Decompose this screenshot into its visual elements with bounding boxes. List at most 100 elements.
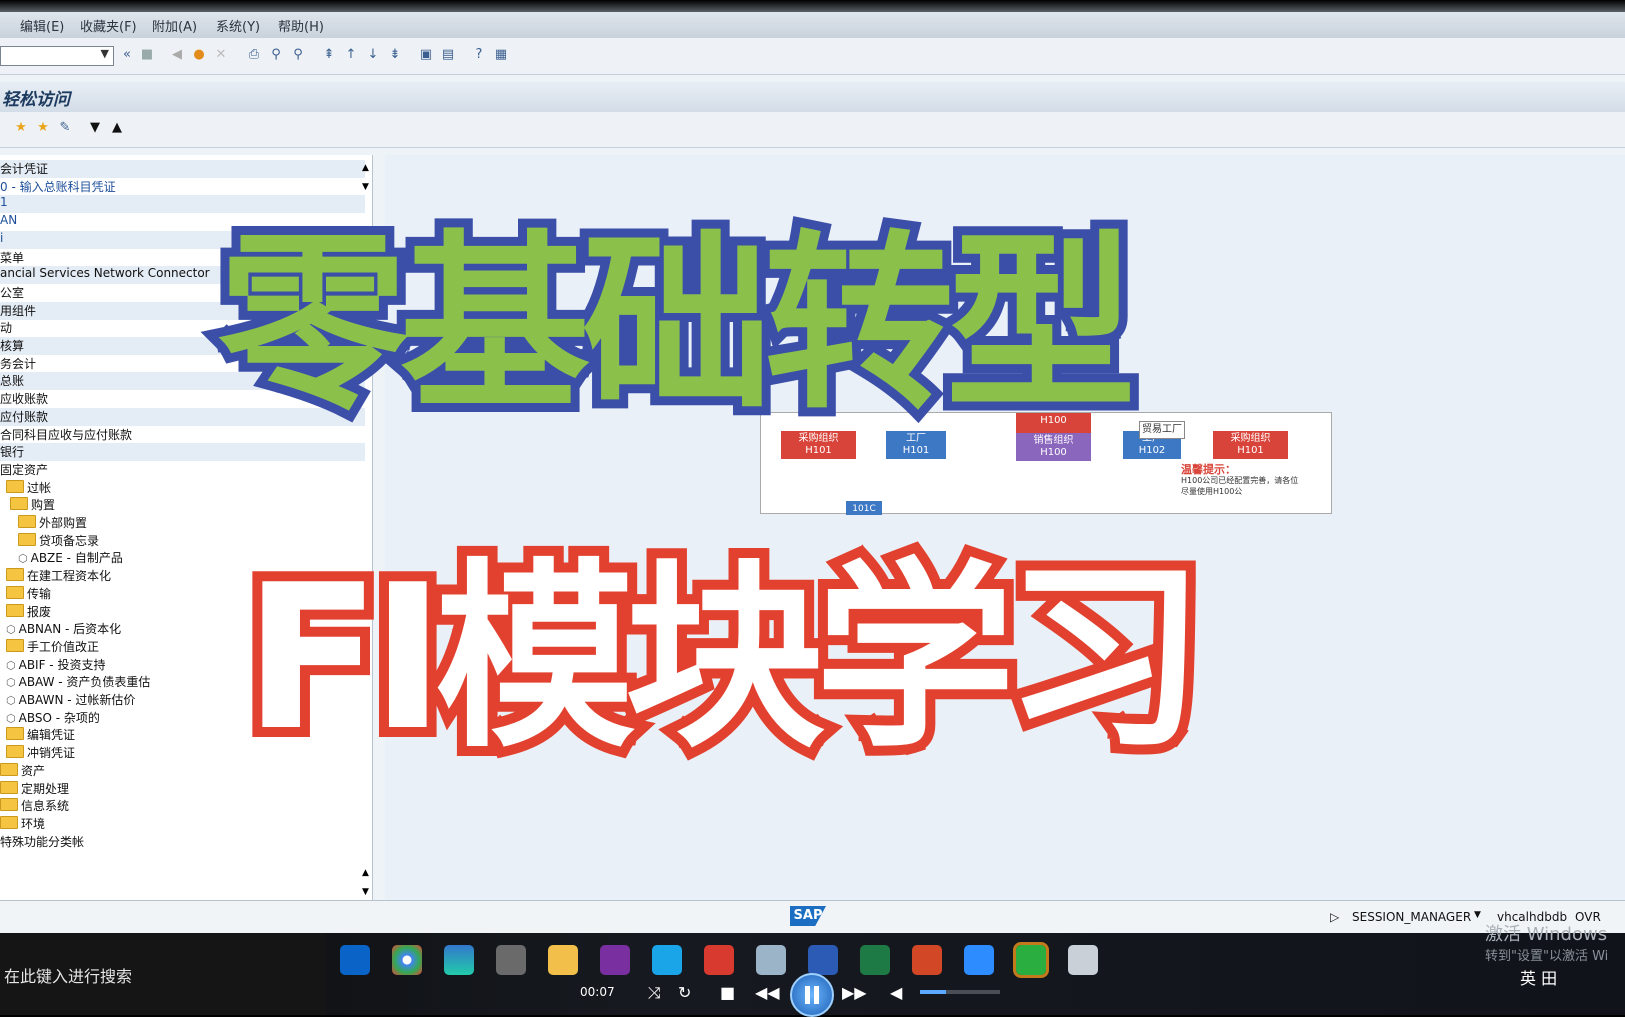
move-up-icon[interactable]: ▲ [108, 119, 126, 137]
tree-item[interactable]: 信息系统 [0, 797, 69, 815]
file-explorer-icon[interactable] [548, 945, 578, 975]
fast-forward-icon[interactable]: ▶▶ [842, 983, 867, 1002]
command-field[interactable]: ▼ [0, 46, 114, 66]
tree-item-label: AN [0, 213, 18, 228]
tree-item[interactable]: 过帐 [6, 479, 51, 497]
find-icon[interactable]: ⚲ [267, 46, 285, 64]
next-page-icon[interactable]: ↓ [364, 46, 382, 64]
tree-item-label: ABSO - 杂项的 [18, 710, 100, 725]
taskbar-search[interactable]: 在此键入进行搜索 [0, 933, 326, 1015]
app-tablet-icon[interactable] [756, 945, 786, 975]
pause-button[interactable] [790, 973, 834, 1017]
media-time: 00:07 [580, 985, 615, 999]
skype-icon[interactable] [652, 945, 682, 975]
search-input[interactable]: 在此键入进行搜索 [4, 963, 132, 987]
tree-item[interactable]: 固定资产 [0, 461, 48, 479]
menu-edit[interactable]: 编辑(E) [20, 16, 64, 35]
tree-item-label: 固定资产 [0, 462, 49, 477]
outlook-icon[interactable] [340, 945, 370, 975]
first-page-icon[interactable]: ⇞ [320, 46, 338, 64]
folder-icon [6, 745, 24, 759]
volume-slider[interactable] [920, 990, 1000, 994]
chrome-icon[interactable] [392, 945, 422, 975]
cancel-icon[interactable]: ✕ [212, 46, 230, 64]
tree-item[interactable]: 在建工程资本化 [6, 567, 111, 585]
tree-item-label: 外部购置 [39, 516, 88, 530]
zoom-icon[interactable] [964, 945, 994, 975]
tree-item[interactable]: AN [0, 213, 17, 231]
tree-item[interactable]: 编辑凭证 [6, 726, 75, 744]
session-name[interactable]: SESSION_MANAGER [1352, 910, 1471, 924]
powerpoint-icon[interactable] [912, 945, 942, 975]
word-icon[interactable] [808, 945, 838, 975]
tree-item[interactable]: 资产 [0, 762, 45, 780]
tree-item[interactable]: 菜单 [0, 249, 24, 267]
menu-help[interactable]: 帮助(H) [278, 16, 324, 35]
chevron-down-icon[interactable]: ▼ [1474, 910, 1481, 920]
app-red-icon[interactable] [704, 945, 734, 975]
shortcut-icon[interactable]: ▤ [439, 46, 457, 64]
tree-item[interactable]: 手工价值改正 [6, 638, 99, 656]
tree-item[interactable]: 务会计 [0, 355, 36, 373]
edge-icon[interactable] [444, 945, 474, 975]
tree-item[interactable]: 银行 [0, 443, 365, 462]
menu-bar: 编辑(E) 收藏夹(F) 附加(A) 系统(Y) 帮助(H) [0, 12, 1625, 38]
play-status-icon[interactable]: ▷ [1330, 910, 1339, 924]
tree-item-label: 1 [0, 195, 8, 210]
tree-item[interactable]: 动 [0, 319, 12, 337]
tree-item[interactable]: ⬡ ABZE - 自制产品 [18, 549, 123, 567]
pencil-icon[interactable]: ✎ [56, 119, 74, 137]
find-next-icon[interactable]: ⚲ [289, 46, 307, 64]
tree-item[interactable]: ⬡ ABAW - 资产负债表重估 [6, 673, 150, 691]
tree-item-label: ancial Services Network Connector [0, 266, 210, 281]
volume-icon[interactable]: ◀ [890, 983, 902, 1002]
shuffle-icon[interactable]: ⤨ [648, 983, 661, 1003]
print-icon[interactable]: ⎙ [245, 46, 263, 64]
help-icon[interactable]: ? [470, 46, 488, 64]
move-down-icon[interactable]: ▼ [86, 119, 104, 137]
tree-item[interactable]: 外部购置 [18, 514, 87, 532]
add-favorite-icon[interactable]: ★ [12, 119, 30, 137]
tree-item[interactable]: ⬡ ABAWN - 过帐新估价 [6, 691, 135, 709]
tree-item[interactable]: 贷项备忘录 [18, 532, 99, 550]
menu-favorites[interactable]: 收藏夹(F) [80, 16, 137, 35]
transaction-icon: ⬡ [6, 694, 16, 707]
tree-item[interactable]: 应收账款 [0, 390, 48, 408]
tree-item[interactable]: 0 - 输入总账科目凭证 [0, 178, 116, 196]
stop-icon[interactable]: ■ [720, 983, 735, 1002]
tree-item[interactable]: 报废 [6, 603, 51, 621]
tree-scroll-down[interactable]: ▲ ▼ [362, 860, 376, 897]
menu-system[interactable]: 系统(Y) [216, 16, 260, 35]
ime-indicator[interactable]: 英 田 [1520, 965, 1557, 989]
repeat-icon[interactable]: ↻ [678, 983, 691, 1002]
tree-item[interactable]: 特殊功能分类帐 [0, 833, 84, 851]
tree-item[interactable]: 定期处理 [0, 780, 69, 798]
edit-favorite-icon[interactable]: ★ [34, 119, 52, 137]
new-session-icon[interactable]: ▣ [417, 46, 435, 64]
tree-item[interactable]: 环境 [0, 815, 45, 833]
tree-item[interactable]: ⬡ ABSO - 杂项的 [6, 709, 100, 727]
customize-icon[interactable]: ▦ [492, 46, 510, 64]
tree-item[interactable]: ⬡ ABIF - 投资支持 [6, 656, 105, 674]
onenote-icon[interactable] [600, 945, 630, 975]
excel-icon[interactable] [860, 945, 890, 975]
chevron-down-icon[interactable]: ▼ [101, 47, 109, 60]
tree-item[interactable]: 购置 [10, 496, 55, 514]
prev-page-icon[interactable]: ↑ [342, 46, 360, 64]
save-icon[interactable]: ■ [138, 46, 156, 64]
tree-item[interactable]: ⬡ ABNAN - 后资本化 [6, 620, 121, 638]
tree-item[interactable]: 公室 [0, 284, 24, 302]
tree-item[interactable]: 传输 [6, 585, 51, 603]
tree-item[interactable]: 冲销凭证 [6, 744, 75, 762]
tree-item[interactable]: 合同科目应收与应付账款 [0, 426, 132, 444]
collapse-icon[interactable]: « [118, 46, 136, 64]
last-page-icon[interactable]: ⇟ [386, 46, 404, 64]
back-icon[interactable]: ◀ [168, 46, 186, 64]
exit-icon[interactable]: ● [190, 46, 208, 64]
app-umbrella-icon[interactable] [1068, 945, 1098, 975]
menu-extras[interactable]: 附加(A) [152, 16, 197, 35]
wechat-icon[interactable] [1013, 942, 1049, 978]
sap-logon-icon[interactable] [496, 945, 526, 975]
rewind-icon[interactable]: ◀◀ [755, 983, 780, 1002]
diagram-box: 采购组织 H101 [1213, 431, 1288, 459]
